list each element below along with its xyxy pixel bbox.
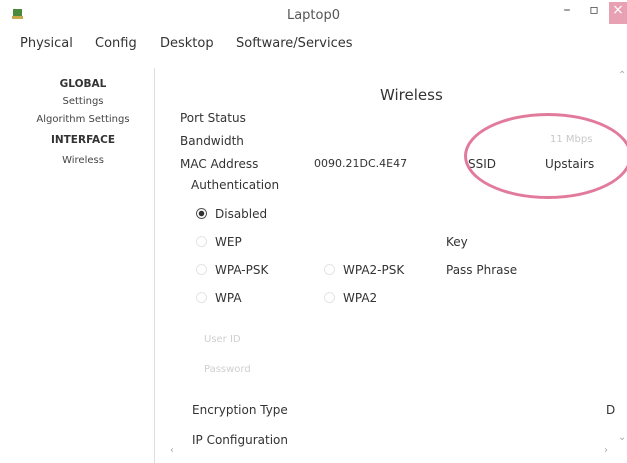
tab-config[interactable]: Config xyxy=(95,36,137,51)
radio-dot xyxy=(324,292,335,303)
radio-dot xyxy=(196,208,207,219)
auth-radio-disabled[interactable]: Disabled xyxy=(196,207,267,221)
close-button[interactable]: × xyxy=(609,2,627,24)
authentication-label: Authentication xyxy=(191,178,280,192)
encryption-type-value[interactable]: D xyxy=(606,403,615,417)
radio-label: WPA xyxy=(215,291,242,305)
password-label: Password xyxy=(204,364,251,375)
panel-title: Wireless xyxy=(380,86,443,104)
sidebar-item-algorithm-settings[interactable]: Algorithm Settings xyxy=(12,114,154,125)
tab-software-services[interactable]: Software/Services xyxy=(236,36,353,51)
radio-dot xyxy=(324,264,335,275)
radio-label: Disabled xyxy=(215,207,268,221)
pass-phrase-label: Pass Phrase xyxy=(446,263,518,277)
scroll-up-icon[interactable]: ⌃ xyxy=(618,70,626,81)
encryption-type-label: Encryption Type xyxy=(192,403,288,417)
user-id-label: User ID xyxy=(204,334,241,345)
auth-radio-wpa2-psk[interactable]: WPA2-PSK xyxy=(324,263,404,277)
scroll-down-icon[interactable]: ⌄ xyxy=(618,432,626,443)
auth-radio-wpa[interactable]: WPA xyxy=(196,291,242,305)
tab-physical[interactable]: Physical xyxy=(20,36,73,51)
ip-configuration-label: IP Configuration xyxy=(192,433,288,447)
tab-desktop[interactable]: Desktop xyxy=(160,36,214,51)
radio-label: WPA2-PSK xyxy=(343,263,405,277)
sidebar-header-interface: INTERFACE xyxy=(50,134,116,146)
radio-label: WEP xyxy=(215,235,242,249)
key-label: Key xyxy=(446,235,468,249)
auth-radio-wep[interactable]: WEP xyxy=(196,235,242,249)
window-title: Laptop0 xyxy=(286,8,341,23)
radio-label: WPA-PSK xyxy=(215,263,269,277)
radio-label: WPA2 xyxy=(343,291,378,305)
sidebar-header-global: GLOBAL xyxy=(59,78,107,90)
scroll-left-icon[interactable]: ‹ xyxy=(170,445,174,456)
auth-radio-wpa2[interactable]: WPA2 xyxy=(324,291,377,305)
auth-radio-wpa-psk[interactable]: WPA-PSK xyxy=(196,263,268,277)
scroll-right-icon[interactable]: › xyxy=(604,445,608,456)
radio-dot xyxy=(196,292,207,303)
ssid-highlight-circle xyxy=(464,113,627,199)
title-bar: Laptop0 – ▫ × xyxy=(0,0,627,32)
minimize-button[interactable]: – xyxy=(556,2,578,24)
config-sidebar: GLOBAL Settings Algorithm Settings INTER… xyxy=(12,68,155,463)
mac-address-label: MAC Address xyxy=(180,157,259,171)
bandwidth-label: Bandwidth xyxy=(180,134,244,148)
maximize-button[interactable]: ▫ xyxy=(583,2,605,24)
radio-dot xyxy=(196,264,207,275)
radio-dot xyxy=(196,236,207,247)
sidebar-item-settings[interactable]: Settings xyxy=(12,96,154,107)
port-status-label: Port Status xyxy=(180,111,246,125)
mac-address-value: 0090.21DC.4E47 xyxy=(314,157,408,170)
sidebar-item-wireless[interactable]: Wireless xyxy=(12,155,154,166)
